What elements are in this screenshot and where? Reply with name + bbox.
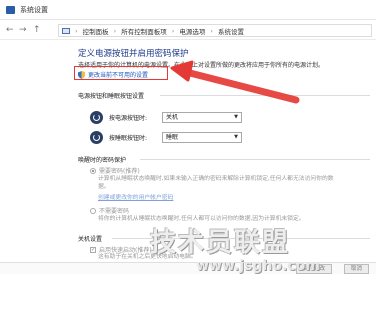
breadcrumb-separator-icon: › [210,26,213,35]
breadcrumb-item-system-settings[interactable]: 系统设置 [218,26,244,36]
fast-startup-checkbox[interactable]: ✓ [90,246,96,253]
up-arrow-icon[interactable]: ↑ [33,25,41,35]
window-app-icon [6,6,15,14]
require-password-description: 计算机从睡眠状态唤醒时,如果未输入正确的密码来解除计算机锁定,任何人都无法访问你… [98,176,334,182]
forward-arrow-icon[interactable]: → [19,25,27,35]
breadcrumb-separator-icon: › [75,26,78,35]
require-password-radio[interactable] [90,167,96,174]
chevron-down-icon: ▼ [234,134,238,140]
require-password-description-cont: 据。 [98,184,110,190]
power-button-action-select[interactable]: 关机 ▼ [162,112,242,123]
no-password-label: 不需要密码 [99,208,130,215]
breadcrumb-item-all-items[interactable]: 所有控制面板项 [121,26,167,36]
section-divider [160,95,370,96]
no-password-radio[interactable] [90,207,96,214]
breadcrumb-item-power-options[interactable]: 电源选项 [179,26,205,36]
cancel-button[interactable]: 取消 [344,264,370,274]
require-password-label: 需要密码(推荐) [99,168,140,175]
breadcrumb[interactable]: › 控制面板 › 所有控制面板项 › 电源选项 › 系统设置 [58,24,372,37]
title-bar: 系统设置 [0,0,376,20]
power-button-section-label: 电源按钮和睡眠按钮设置 [78,93,145,100]
watermark-logo: 技术员联盟 [150,228,291,258]
wake-password-section-label: 唤醒时的密码保护 [78,157,127,164]
shutdown-section-label: 关机设置 [78,236,103,243]
sleep-button-icon [90,131,103,144]
sleep-button-action-select[interactable]: 睡眠 ▼ [162,132,242,143]
back-arrow-icon[interactable]: ← [6,25,14,35]
power-button-label: 按电源按钮时: [109,115,148,122]
section-divider [140,159,370,160]
window-title: 系统设置 [20,6,48,14]
breadcrumb-item-control-panel[interactable]: 控制面板 [83,26,109,36]
require-password-option[interactable]: 需要密码(推荐) [90,166,140,175]
shield-icon [78,70,85,79]
sleep-button-action-value: 睡眠 [166,134,179,141]
watermark-url: www.jsgho.com [196,258,320,274]
no-password-option[interactable]: 不需要密码 [90,206,129,215]
power-button-row: 按电源按钮时: [90,111,147,124]
address-bar: ← → ↑ › 控制面板 › 所有控制面板项 › 电源选项 › 系统设置 [0,20,376,40]
change-unavailable-settings-link[interactable]: 更改当前不可用的设置 [78,70,148,79]
change-user-password-link[interactable]: 创建或更改你的用户帐户密码 [98,192,173,201]
control-panel-icon [62,27,70,34]
chevron-down-icon: ▼ [234,114,238,120]
sleep-button-row: 按睡眠按钮时: [90,131,147,144]
change-link-label: 更改当前不可用的设置 [88,72,149,79]
page-title: 定义电源按钮并启用密码保护 [78,49,189,59]
breadcrumb-separator-icon: › [171,26,175,35]
breadcrumb-separator-icon: › [113,26,117,35]
power-button-action-value: 关机 [166,114,179,121]
sleep-button-label: 按睡眠按钮时: [109,135,148,142]
power-button-icon [90,111,103,124]
